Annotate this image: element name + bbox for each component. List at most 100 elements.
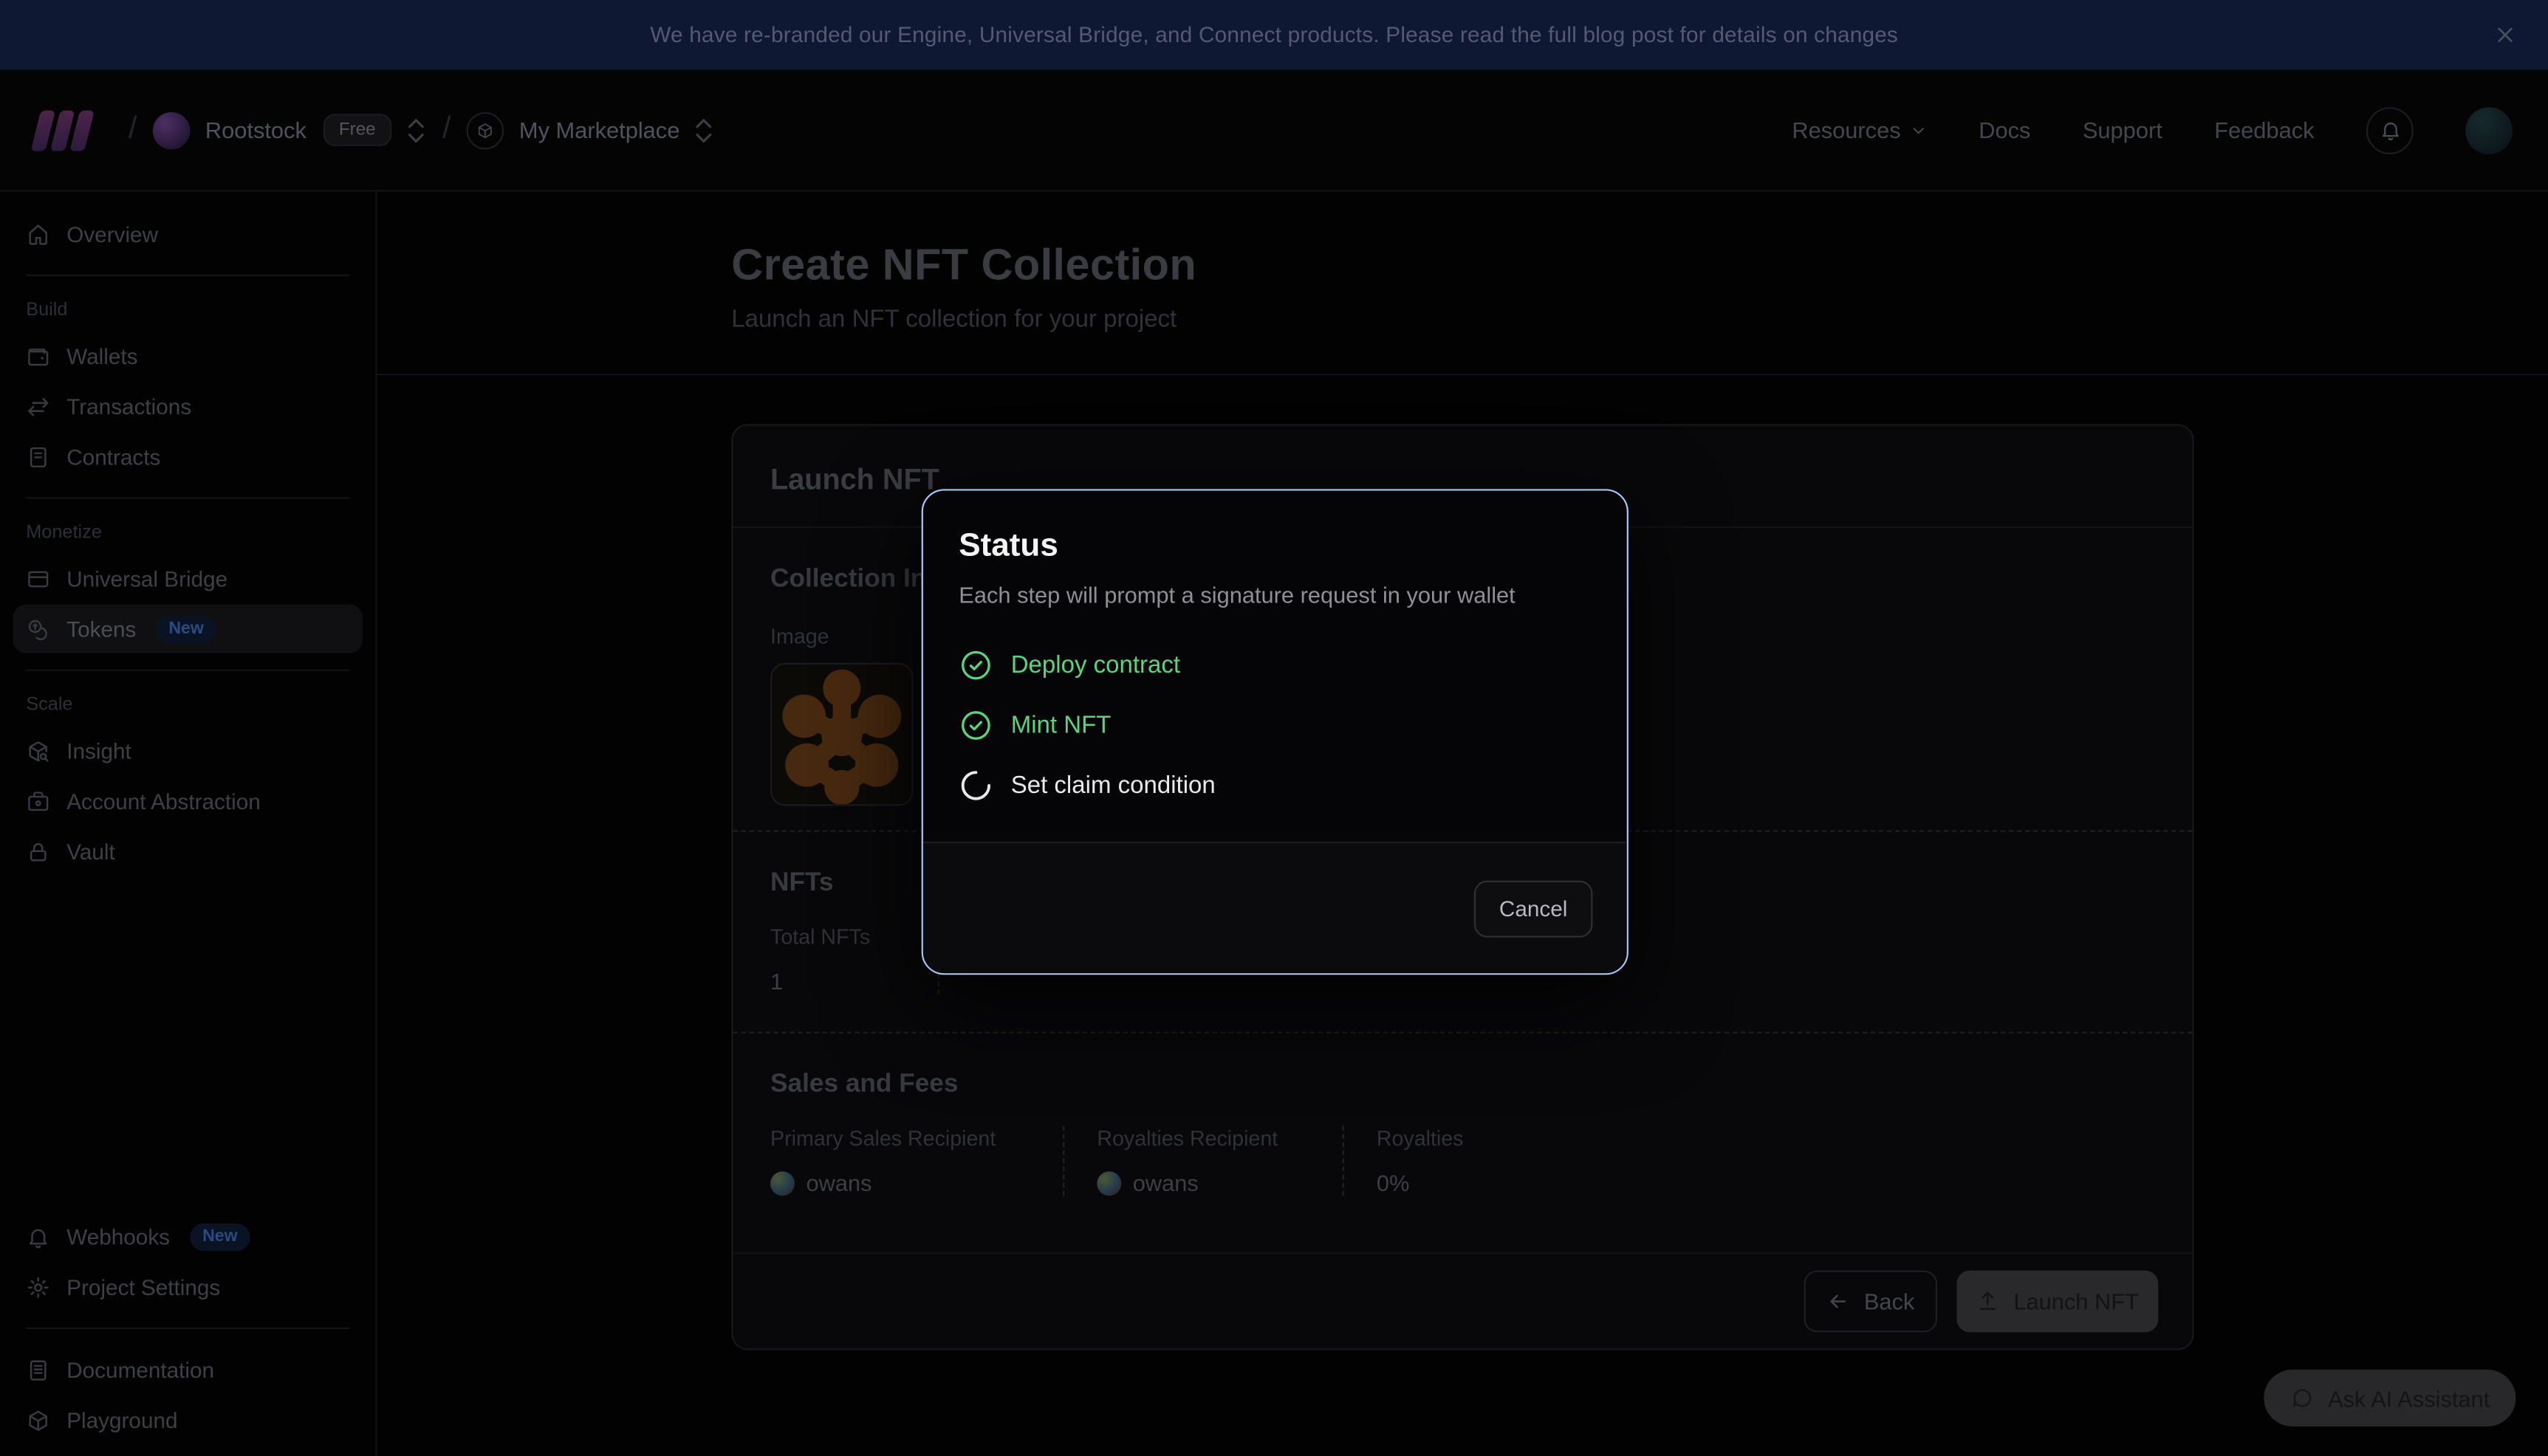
- sidebar-item-universal-bridge[interactable]: Universal Bridge: [13, 554, 363, 602]
- page-title: Create NFT Collection: [731, 241, 2193, 291]
- close-icon[interactable]: [2487, 17, 2522, 52]
- check-circle-icon: [959, 648, 993, 682]
- breadcrumb-separator: /: [442, 112, 451, 148]
- nav-resources[interactable]: Resources: [1792, 117, 1926, 142]
- recipient-avatar: [1097, 1170, 1121, 1195]
- sidebar-item-project-settings[interactable]: Project Settings: [13, 1263, 363, 1311]
- royalties-recipient-value[interactable]: owans: [1133, 1170, 1199, 1195]
- notifications-button[interactable]: [2366, 106, 2414, 154]
- sidebar-item-documentation[interactable]: Documentation: [13, 1345, 363, 1394]
- check-circle-icon: [959, 708, 993, 742]
- sidebar-group-label: Scale: [26, 696, 349, 715]
- breadcrumb-separator: /: [129, 112, 137, 148]
- bell-icon: [2378, 119, 2401, 142]
- sidebar-item-account-abstraction[interactable]: Account Abstraction: [13, 777, 363, 825]
- royalties-value: 0%: [1377, 1170, 1464, 1195]
- book-icon: [26, 1358, 50, 1382]
- royalties-recipient-column: Royalties Recipient owans: [1063, 1126, 1342, 1196]
- recipient-avatar: [770, 1170, 795, 1195]
- sidebar-item-overview[interactable]: Overview: [13, 210, 363, 258]
- primary-sales-label: Primary Sales Recipient: [770, 1126, 1024, 1150]
- page-header: Create NFT Collection Launch an NFT coll…: [377, 192, 2548, 376]
- app: We have re-branded our Engine, Universal…: [0, 0, 2548, 1456]
- plan-badge: Free: [323, 114, 392, 146]
- spinner-icon: [959, 769, 993, 803]
- modal-footer: Cancel: [923, 842, 1627, 973]
- launch-nft-button[interactable]: Launch NFT: [1956, 1271, 2158, 1333]
- announcement-banner: We have re-branded our Engine, Universal…: [0, 0, 2548, 70]
- nav-feedback[interactable]: Feedback: [2214, 117, 2314, 142]
- primary-sales-column: Primary Sales Recipient owans: [770, 1126, 1063, 1196]
- bell-icon: [26, 1224, 50, 1249]
- divider: [26, 497, 349, 498]
- arrows-left-right-icon: [26, 394, 50, 419]
- sidebar-item-playground[interactable]: Playground: [13, 1396, 363, 1445]
- banner-text[interactable]: We have re-branded our Engine, Universal…: [650, 23, 1898, 47]
- sidebar-item-transactions[interactable]: Transactions: [13, 382, 363, 430]
- top-nav: / Rootstock Free / My Marketplace Resour…: [0, 70, 2548, 192]
- royalties-recipient-label: Royalties Recipient: [1097, 1126, 1303, 1150]
- org-switcher-chevrons-icon[interactable]: [406, 116, 425, 143]
- org-avatar[interactable]: [153, 111, 191, 149]
- total-nfts-label: Total NFTs: [770, 924, 899, 949]
- divider: [26, 1328, 349, 1329]
- royalties-column: Royalties 0%: [1343, 1126, 1503, 1196]
- screen: We have re-branded our Engine, Universal…: [0, 0, 2548, 1456]
- royalties-label: Royalties: [1377, 1126, 1464, 1150]
- sidebar-group-label: Build: [26, 301, 349, 320]
- modal-title: Status: [959, 528, 1591, 566]
- card-footer: Back Launch NFT: [733, 1254, 2192, 1349]
- new-badge: New: [156, 615, 217, 642]
- org-name[interactable]: Rootstock: [205, 117, 306, 142]
- status-modal: Status Each step will prompt a signature…: [922, 489, 1629, 975]
- divider: [26, 670, 349, 671]
- nav-docs[interactable]: Docs: [1979, 117, 2030, 142]
- sidebar-group-label: Monetize: [26, 523, 349, 543]
- sidebar-item-vault[interactable]: Vault: [13, 827, 363, 876]
- lock-icon: [26, 839, 50, 864]
- sidebar: Overview Build Wallets Transactions Cont…: [0, 192, 377, 1456]
- primary-sales-value[interactable]: owans: [806, 1170, 871, 1195]
- sidebar-item-wallets[interactable]: Wallets: [13, 332, 363, 380]
- project-cube-icon: [468, 111, 505, 149]
- document-icon: [26, 444, 50, 469]
- back-button[interactable]: Back: [1804, 1271, 1937, 1333]
- sidebar-footer: Webhooks New Project Settings Documentat…: [0, 1211, 375, 1446]
- step-set-claim-condition: Set claim condition: [959, 769, 1591, 803]
- total-nfts-value: 1: [770, 968, 899, 994]
- sales-fees-section: Sales and Fees Primary Sales Recipient o…: [733, 1034, 2192, 1254]
- briefcase-icon: [26, 789, 50, 813]
- chevron-down-icon: [1909, 121, 1927, 139]
- arrow-left-icon: [1826, 1290, 1849, 1313]
- sidebar-item-tokens[interactable]: Tokens New: [13, 605, 363, 653]
- sidebar-item-webhooks[interactable]: Webhooks New: [13, 1212, 363, 1261]
- modal-subtitle: Each step will prompt a signature reques…: [959, 582, 1591, 608]
- user-avatar[interactable]: [2465, 106, 2513, 154]
- box-search-icon: [26, 738, 50, 763]
- step-deploy-contract: Deploy contract: [959, 648, 1591, 682]
- nav-support[interactable]: Support: [2083, 117, 2162, 142]
- chat-bubble-icon: [2290, 1386, 2315, 1410]
- wallet-icon: [26, 343, 50, 368]
- step-mint-nft: Mint NFT: [959, 708, 1591, 742]
- collection-image[interactable]: [770, 663, 914, 806]
- ask-ai-assistant-button[interactable]: Ask AI Assistant: [2264, 1370, 2516, 1426]
- upload-icon: [1976, 1290, 1999, 1313]
- divider: [26, 275, 349, 276]
- step-list: Deploy contract Mint NFT Set claim condi…: [959, 648, 1591, 803]
- credit-card-icon: [26, 566, 50, 591]
- card-title: Launch NFT: [770, 463, 939, 495]
- project-name[interactable]: My Marketplace: [519, 117, 679, 142]
- total-nfts-column: Total NFTs 1: [770, 924, 938, 995]
- cube-icon: [26, 1408, 50, 1432]
- sales-fees-heading: Sales and Fees: [770, 1071, 2155, 1100]
- home-icon: [26, 222, 50, 246]
- sidebar-item-insight[interactable]: Insight: [13, 727, 363, 775]
- new-badge: New: [189, 1223, 250, 1250]
- thirdweb-logo-icon[interactable]: [35, 110, 89, 151]
- sidebar-item-contracts[interactable]: Contracts: [13, 432, 363, 481]
- gear-icon: [26, 1275, 50, 1299]
- page-subtitle: Launch an NFT collection for your projec…: [731, 306, 2193, 333]
- project-switcher-chevrons-icon[interactable]: [694, 116, 713, 143]
- cancel-button[interactable]: Cancel: [1474, 880, 1593, 937]
